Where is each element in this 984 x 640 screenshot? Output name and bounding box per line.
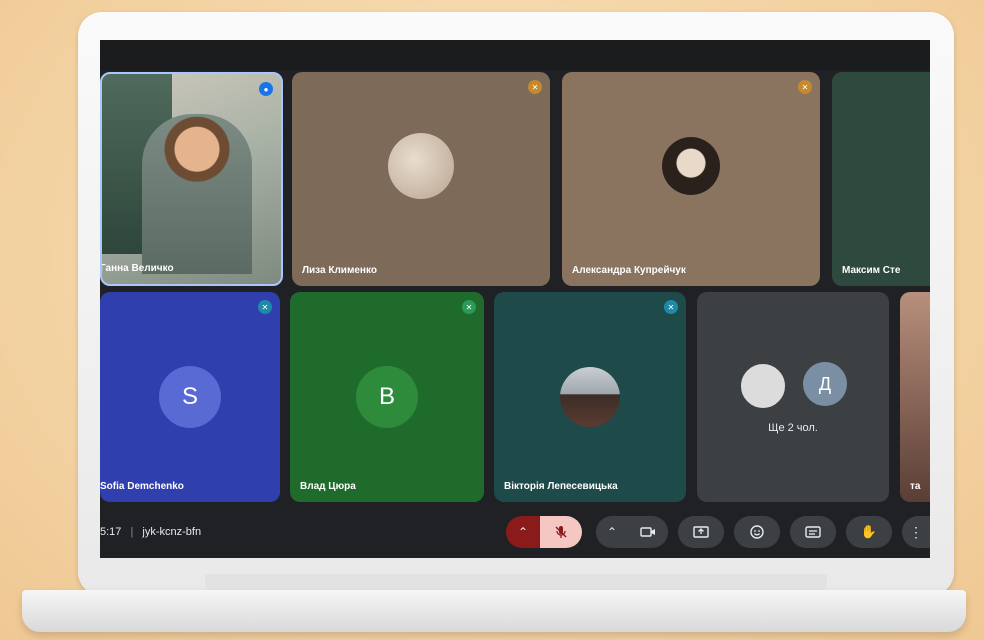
participant-name: та: [910, 481, 921, 492]
participant-tile-4[interactable]: Максим Сте: [832, 72, 930, 286]
mic-muted-icon: ✕: [664, 300, 678, 314]
others-label: Ще 2 чол.: [768, 422, 818, 434]
camera-options-button[interactable]: ⌃: [596, 516, 628, 548]
participant-tile-7[interactable]: ✕ Вікторія Лепесевицька: [494, 292, 686, 502]
present-icon: [693, 526, 709, 538]
raise-hand-button[interactable]: ✋: [846, 516, 892, 548]
participant-name: Влад Цюра: [300, 481, 356, 492]
participant-name: Лиза Клименко: [302, 265, 377, 276]
meeting-time: 5:17: [100, 526, 122, 538]
mic-options-button[interactable]: ⌃: [506, 516, 540, 548]
separator: |: [130, 526, 134, 538]
participant-name: Ганна Величко: [100, 263, 174, 274]
participant-name: Sofia Demchenko: [100, 481, 184, 492]
avatar: Д: [803, 362, 847, 406]
participant-video-person: [142, 114, 252, 274]
participant-name: Вікторія Лепесевицька: [504, 481, 618, 492]
meeting-code: jyk-kcnz-bfn: [142, 526, 202, 538]
participant-tile-6[interactable]: B ✕ Влад Цюра: [290, 292, 484, 502]
laptop-base: [22, 590, 966, 632]
participant-tile-5[interactable]: S ✕ Sofia Demchenko: [100, 292, 280, 502]
avatar: S: [159, 366, 221, 428]
participant-name: Александра Купрейчук: [572, 265, 686, 276]
participant-tile-2[interactable]: ✕ Лиза Клименко: [292, 72, 550, 286]
others-tile[interactable]: Д Ще 2 чол.: [697, 292, 889, 502]
camera-toggle-button[interactable]: [628, 516, 668, 548]
participant-tile-3[interactable]: ✕ Александра Купрейчук: [562, 72, 820, 286]
top-strip: [100, 40, 930, 70]
mic-toggle-button[interactable]: [540, 516, 582, 548]
present-button[interactable]: [678, 516, 724, 548]
avatar: B: [356, 366, 418, 428]
mic-muted-icon: ✕: [528, 80, 542, 94]
emoji-button[interactable]: [734, 516, 780, 548]
chevron-up-icon: ⌃: [606, 525, 618, 539]
more-icon: ⋮: [909, 523, 923, 540]
mic-muted-icon: ✕: [462, 300, 476, 314]
avatar: [560, 367, 620, 427]
participant-name: Максим Сте: [842, 265, 901, 276]
meet-screen: ● Ганна Величко ✕ Лиза Клименко ✕ Алекса…: [100, 40, 930, 558]
avatar: [662, 137, 720, 196]
bottom-bar: 5:17 | jyk-kcnz-bfn ⌃ ⌃ ✋ ⋮: [100, 512, 930, 558]
captions-icon: [805, 526, 821, 538]
captions-button[interactable]: [790, 516, 836, 548]
chevron-up-icon: ⌃: [517, 525, 529, 539]
participant-tile-1[interactable]: ● Ганна Величко: [100, 72, 283, 286]
raise-hand-icon: ✋: [860, 524, 878, 539]
participant-tile-8[interactable]: та: [900, 292, 930, 502]
avatar: [388, 133, 454, 200]
avatar: [739, 362, 787, 410]
speaking-icon: ●: [259, 82, 273, 96]
emoji-icon: [750, 525, 764, 539]
mic-muted-icon: ✕: [798, 80, 812, 94]
meeting-info: 5:17 | jyk-kcnz-bfn: [100, 526, 201, 538]
mic-muted-icon: ✕: [258, 300, 272, 314]
camera-icon: [640, 527, 655, 537]
mic-off-icon: [555, 526, 567, 538]
more-options-button[interactable]: ⋮: [902, 516, 930, 548]
